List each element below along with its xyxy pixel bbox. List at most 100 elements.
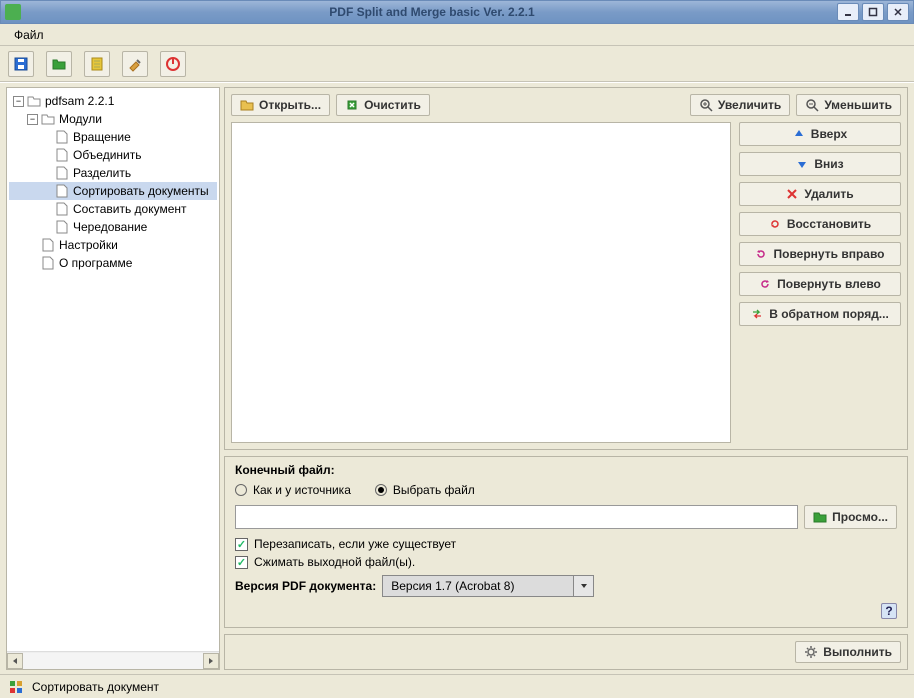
button-label: Просмо... [832,510,888,524]
status-text: Сортировать документ [32,680,159,694]
page-canvas[interactable] [231,122,731,443]
tree-label: О программе [59,256,132,270]
rotate-right-icon [755,248,767,260]
run-button[interactable]: Выполнить [795,641,901,663]
button-label: Вниз [814,157,843,171]
radio-icon [375,484,387,496]
status-icon [8,679,24,695]
tree-label: Составить документ [73,202,187,216]
toolbar-save-button[interactable] [8,51,34,77]
toolbar-exit-button[interactable] [160,51,186,77]
reverse-icon [751,308,763,320]
sidebar-scrollbar[interactable] [7,651,219,669]
status-bar: Сортировать документ [0,674,914,698]
tree-item-settings[interactable]: Настройки [9,236,217,254]
delete-button[interactable]: Удалить [739,182,901,206]
toolbar-clear-button[interactable] [122,51,148,77]
folder-open-icon [240,98,254,112]
delete-icon [786,188,798,200]
page-icon [55,202,69,216]
zoom-in-button[interactable]: Увеличить [690,94,791,116]
close-button[interactable] [887,3,909,21]
checkbox-compress[interactable]: Сжимать выходной файл(ы). [235,555,897,569]
tree-item-split[interactable]: Разделить [9,164,217,182]
checkbox-overwrite[interactable]: Перезаписать, если уже существует [235,537,897,551]
app-icon [5,4,21,20]
page-icon [55,148,69,162]
radio-label: Выбрать файл [393,483,475,497]
sidebar: − pdfsam 2.2.1 − Модули Вращение Объедин… [6,87,220,670]
radio-same-source[interactable]: Как и у источника [235,483,351,497]
tree-item-about[interactable]: О программе [9,254,217,272]
tree-label: Чередование [73,220,147,234]
page-icon [55,220,69,234]
scroll-left-icon[interactable] [7,653,23,669]
browse-button[interactable]: Просмо... [804,505,897,529]
destination-panel: Конечный файл: Как и у источника Выбрать… [224,456,908,628]
maximize-button[interactable] [862,3,884,21]
collapse-icon[interactable]: − [13,96,24,107]
button-label: Удалить [804,187,853,201]
destination-title: Конечный файл: [235,463,897,477]
folder-icon [41,112,55,126]
tree-modules[interactable]: − Модули [9,110,217,128]
tree-item-rotate[interactable]: Вращение [9,128,217,146]
tree-label: Разделить [73,166,131,180]
select-value: Версия 1.7 (Acrobat 8) [383,579,573,593]
output-path-input[interactable] [235,505,798,529]
restore-button[interactable]: Восстановить [739,212,901,236]
tree-label: pdfsam 2.2.1 [45,94,114,108]
collapse-icon[interactable]: − [27,114,38,125]
tree-label: Модули [59,112,102,126]
zoom-out-icon [805,98,819,112]
checkbox-label: Перезаписать, если уже существует [254,537,456,551]
folder-icon [27,94,41,108]
checkbox-icon [235,538,248,551]
run-panel: Выполнить [224,634,908,670]
clear-icon [345,98,359,112]
tree-item-merge[interactable]: Объединить [9,146,217,164]
version-select[interactable]: Версия 1.7 (Acrobat 8) [382,575,594,597]
menu-file[interactable]: Файл [6,26,52,44]
toolbar-open-button[interactable] [46,51,72,77]
open-button[interactable]: Открыть... [231,94,330,116]
button-label: Повернуть влево [777,277,881,291]
zoom-out-button[interactable]: Уменьшить [796,94,901,116]
tree-item-compose[interactable]: Составить документ [9,200,217,218]
chevron-down-icon[interactable] [573,576,593,596]
clear-button[interactable]: Очистить [336,94,430,116]
folder-icon [813,510,827,524]
minimize-button[interactable] [837,3,859,21]
tree-label: Настройки [59,238,118,252]
tree-item-alternate[interactable]: Чередование [9,218,217,236]
checkbox-icon [235,556,248,569]
toolbar [0,46,914,82]
toolbar-log-button[interactable] [84,51,110,77]
button-label: В обратном поряд... [769,307,889,321]
scroll-track[interactable] [23,653,203,669]
zoom-in-icon [699,98,713,112]
rotate-left-button[interactable]: Повернуть влево [739,272,901,296]
version-row: Версия PDF документа: Версия 1.7 (Acroba… [235,575,897,597]
button-label: Уменьшить [824,98,892,112]
arrow-down-icon [796,158,808,170]
page-icon [41,256,55,270]
content: Открыть... Очистить Увеличить Уменьшить … [224,87,908,670]
scroll-right-icon[interactable] [203,653,219,669]
move-up-button[interactable]: Вверх [739,122,901,146]
tree-root[interactable]: − pdfsam 2.2.1 [9,92,217,110]
radio-choose-file[interactable]: Выбрать файл [375,483,475,497]
gear-icon [804,645,818,659]
help-button[interactable]: ? [881,603,897,619]
title-bar: PDF Split and Merge basic Ver. 2.2.1 [0,0,914,24]
move-down-button[interactable]: Вниз [739,152,901,176]
reverse-button[interactable]: В обратном поряд... [739,302,901,326]
tree-item-sort[interactable]: Сортировать документы [9,182,217,200]
page-icon [55,130,69,144]
rotate-right-button[interactable]: Повернуть вправо [739,242,901,266]
menu-bar: Файл [0,24,914,46]
window-controls [837,3,909,21]
checkbox-label: Сжимать выходной файл(ы). [254,555,415,569]
arrow-up-icon [793,128,805,140]
button-label: Выполнить [823,645,892,659]
